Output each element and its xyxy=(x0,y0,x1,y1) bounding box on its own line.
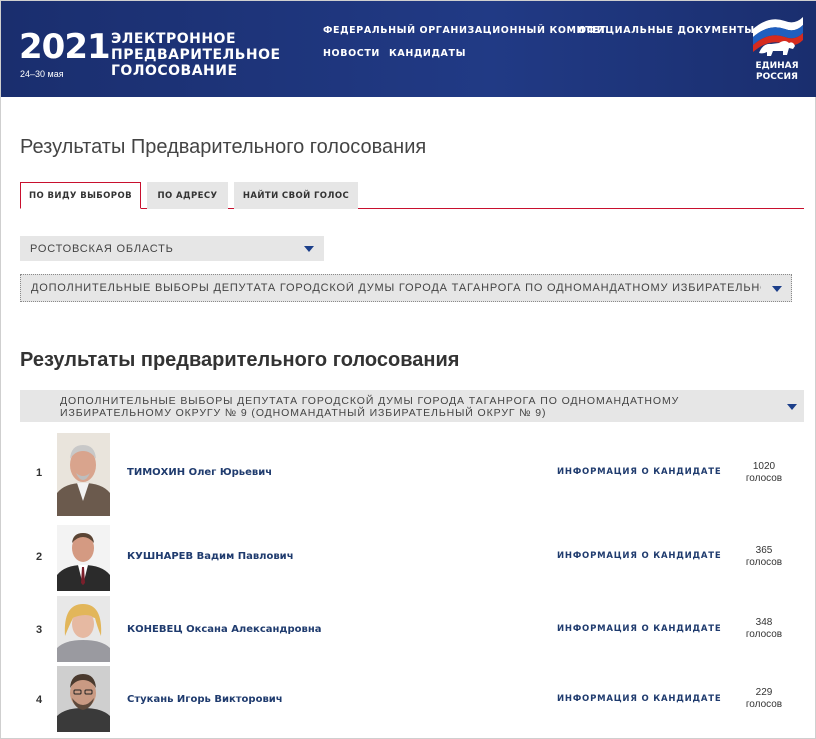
page-title: Результаты Предварительного голосования xyxy=(20,136,427,158)
candidate-row: 4 Стукань Игорь Викторович ИНФОРМАЦИЯ О … xyxy=(20,666,804,732)
logo-title-line: ПРЕДВАРИТЕЛЬНОЕ xyxy=(111,47,281,63)
candidate-rank: 2 xyxy=(36,551,43,563)
candidate-photo[interactable] xyxy=(57,666,110,732)
region-select-value: РОСТОВСКАЯ ОБЛАСТЬ xyxy=(30,242,174,255)
district-title-line: ДОПОЛНИТЕЛЬНЫЕ ВЫБОРЫ ДЕПУТАТА ГОРОДСКОЙ… xyxy=(60,395,680,407)
votes-count: 365 xyxy=(755,545,773,556)
candidate-name-link[interactable]: КОНЕВЕЦ Оксана Александровна xyxy=(127,624,322,635)
candidate-name-link[interactable]: КУШНАРЕВ Вадим Павлович xyxy=(127,551,294,562)
candidate-photo[interactable] xyxy=(57,525,110,591)
candidate-votes: 348 голосов xyxy=(732,617,796,641)
district-accordion[interactable]: ДОПОЛНИТЕЛЬНЫЕ ВЫБОРЫ ДЕПУТАТА ГОРОДСКОЙ… xyxy=(20,390,804,422)
votes-count: 348 xyxy=(755,617,773,628)
party-name-line2: РОССИЯ xyxy=(756,72,798,82)
candidate-row: 2 КУШНАРЕВ Вадим Павлович ИНФОРМАЦИЯ О К… xyxy=(20,525,804,591)
candidate-votes: 1020 голосов xyxy=(732,461,796,485)
candidate-rank: 4 xyxy=(36,694,43,706)
candidate-photo[interactable] xyxy=(57,596,110,662)
candidate-info-link[interactable]: ИНФОРМАЦИЯ О КАНДИДАТЕ xyxy=(557,551,722,561)
tab-by-address[interactable]: ПО АДРЕСУ xyxy=(147,182,228,209)
district-title-line: ИЗБИРАТЕЛЬНОМУ ОКРУГУ № 9 (ОДНОМАНДАТНЫЙ… xyxy=(60,407,547,419)
candidate-photo[interactable] xyxy=(57,433,110,516)
candidate-row: 3 КОНЕВЕЦ Оксана Александровна ИНФОРМАЦИ… xyxy=(20,596,804,662)
candidate-rank: 1 xyxy=(36,467,43,479)
election-select[interactable]: ДОПОЛНИТЕЛЬНЫЕ ВЫБОРЫ ДЕПУТАТА ГОРОДСКОЙ… xyxy=(20,274,792,302)
candidate-info-link[interactable]: ИНФОРМАЦИЯ О КАНДИДАТЕ xyxy=(557,694,722,704)
nav-link-federal-committee[interactable]: ФЕДЕРАЛЬНЫЙ ОРГАНИЗАЦИОННЫЙ КОМИТЕТ xyxy=(323,25,606,36)
logo-year[interactable]: 2021 xyxy=(19,27,111,67)
chevron-down-icon xyxy=(787,404,797,410)
party-logo[interactable]: ЕДИНАЯ РОССИЯ xyxy=(749,13,805,85)
nav-link-official-documents[interactable]: ОФИЦИАЛЬНЫЕ ДОКУМЕНТЫ xyxy=(578,25,755,36)
votes-label: голосов xyxy=(745,557,783,568)
candidate-votes: 229 голосов xyxy=(732,687,796,711)
region-select[interactable]: РОСТОВСКАЯ ОБЛАСТЬ xyxy=(20,236,324,261)
votes-count: 1020 xyxy=(752,461,776,472)
chevron-down-icon xyxy=(304,246,314,252)
nav-link-candidates[interactable]: КАНДИДАТЫ xyxy=(389,48,466,59)
logo-title-line: ГОЛОСОВАНИЕ xyxy=(111,63,238,79)
tab-by-election-type[interactable]: ПО ВИДУ ВЫБОРОВ xyxy=(20,182,141,209)
nav-link-news[interactable]: НОВОСТИ xyxy=(323,48,380,59)
candidate-name-link[interactable]: Стукань Игорь Викторович xyxy=(127,694,283,705)
tab-find-your-vote[interactable]: НАЙТИ СВОЙ ГОЛОС xyxy=(234,182,358,209)
candidate-name-link[interactable]: ТИМОХИН Олег Юрьевич xyxy=(127,467,272,478)
logo-dates: 24–30 мая xyxy=(20,69,64,79)
candidate-info-link[interactable]: ИНФОРМАЦИЯ О КАНДИДАТЕ xyxy=(557,467,722,477)
results-title: Результаты предварительного голосования xyxy=(20,349,460,371)
logo-title-line: ЭЛЕКТРОННОЕ xyxy=(111,31,237,47)
candidate-row: 1 ТИМОХИН Олег Юрьевич ИНФОРМАЦИЯ О КАНД… xyxy=(20,433,804,519)
candidate-rank: 3 xyxy=(36,624,43,636)
election-select-value: ДОПОЛНИТЕЛЬНЫЕ ВЫБОРЫ ДЕПУТАТА ГОРОДСКОЙ… xyxy=(31,282,761,294)
bear-flag-icon xyxy=(753,17,803,56)
votes-label: голосов xyxy=(745,473,783,484)
votes-label: голосов xyxy=(745,699,783,710)
votes-count: 229 xyxy=(755,687,773,698)
logo-title[interactable]: ЭЛЕКТРОННОЕ ПРЕДВАРИТЕЛЬНОЕ ГОЛОСОВАНИЕ xyxy=(111,31,281,79)
site-header: 2021 24–30 мая ЭЛЕКТРОННОЕ ПРЕДВАРИТЕЛЬН… xyxy=(1,1,816,97)
party-name-line1: ЕДИНАЯ xyxy=(755,61,799,71)
votes-label: голосов xyxy=(745,629,783,640)
candidate-info-link[interactable]: ИНФОРМАЦИЯ О КАНДИДАТЕ xyxy=(557,624,722,634)
candidate-votes: 365 голосов xyxy=(732,545,796,569)
chevron-down-icon xyxy=(772,286,782,292)
